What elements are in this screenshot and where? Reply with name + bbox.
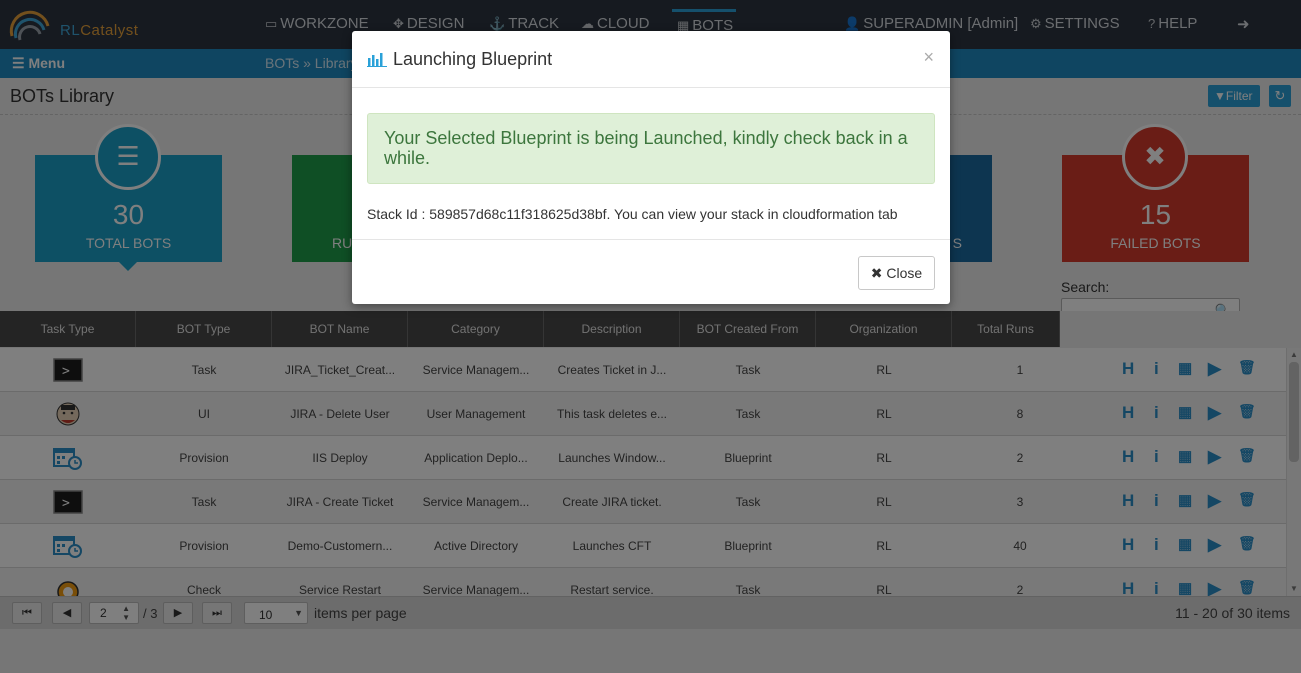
success-alert: Your Selected Blueprint is being Launche…	[367, 113, 935, 184]
close-x-icon: ✖	[870, 265, 883, 281]
close-button[interactable]: ✖ Close	[858, 256, 935, 290]
modal-header: Launching Blueprint ×	[352, 31, 950, 88]
stack-id-message: Stack Id : 589857d68c11f318625d38bf. You…	[367, 206, 898, 222]
modal-title: Launching Blueprint	[393, 49, 553, 69]
bar-chart-icon	[367, 53, 387, 67]
modal-close-icon[interactable]: ×	[923, 47, 934, 68]
modal-footer: ✖ Close	[352, 239, 950, 304]
launch-blueprint-modal: Launching Blueprint × Your Selected Blue…	[352, 31, 950, 304]
